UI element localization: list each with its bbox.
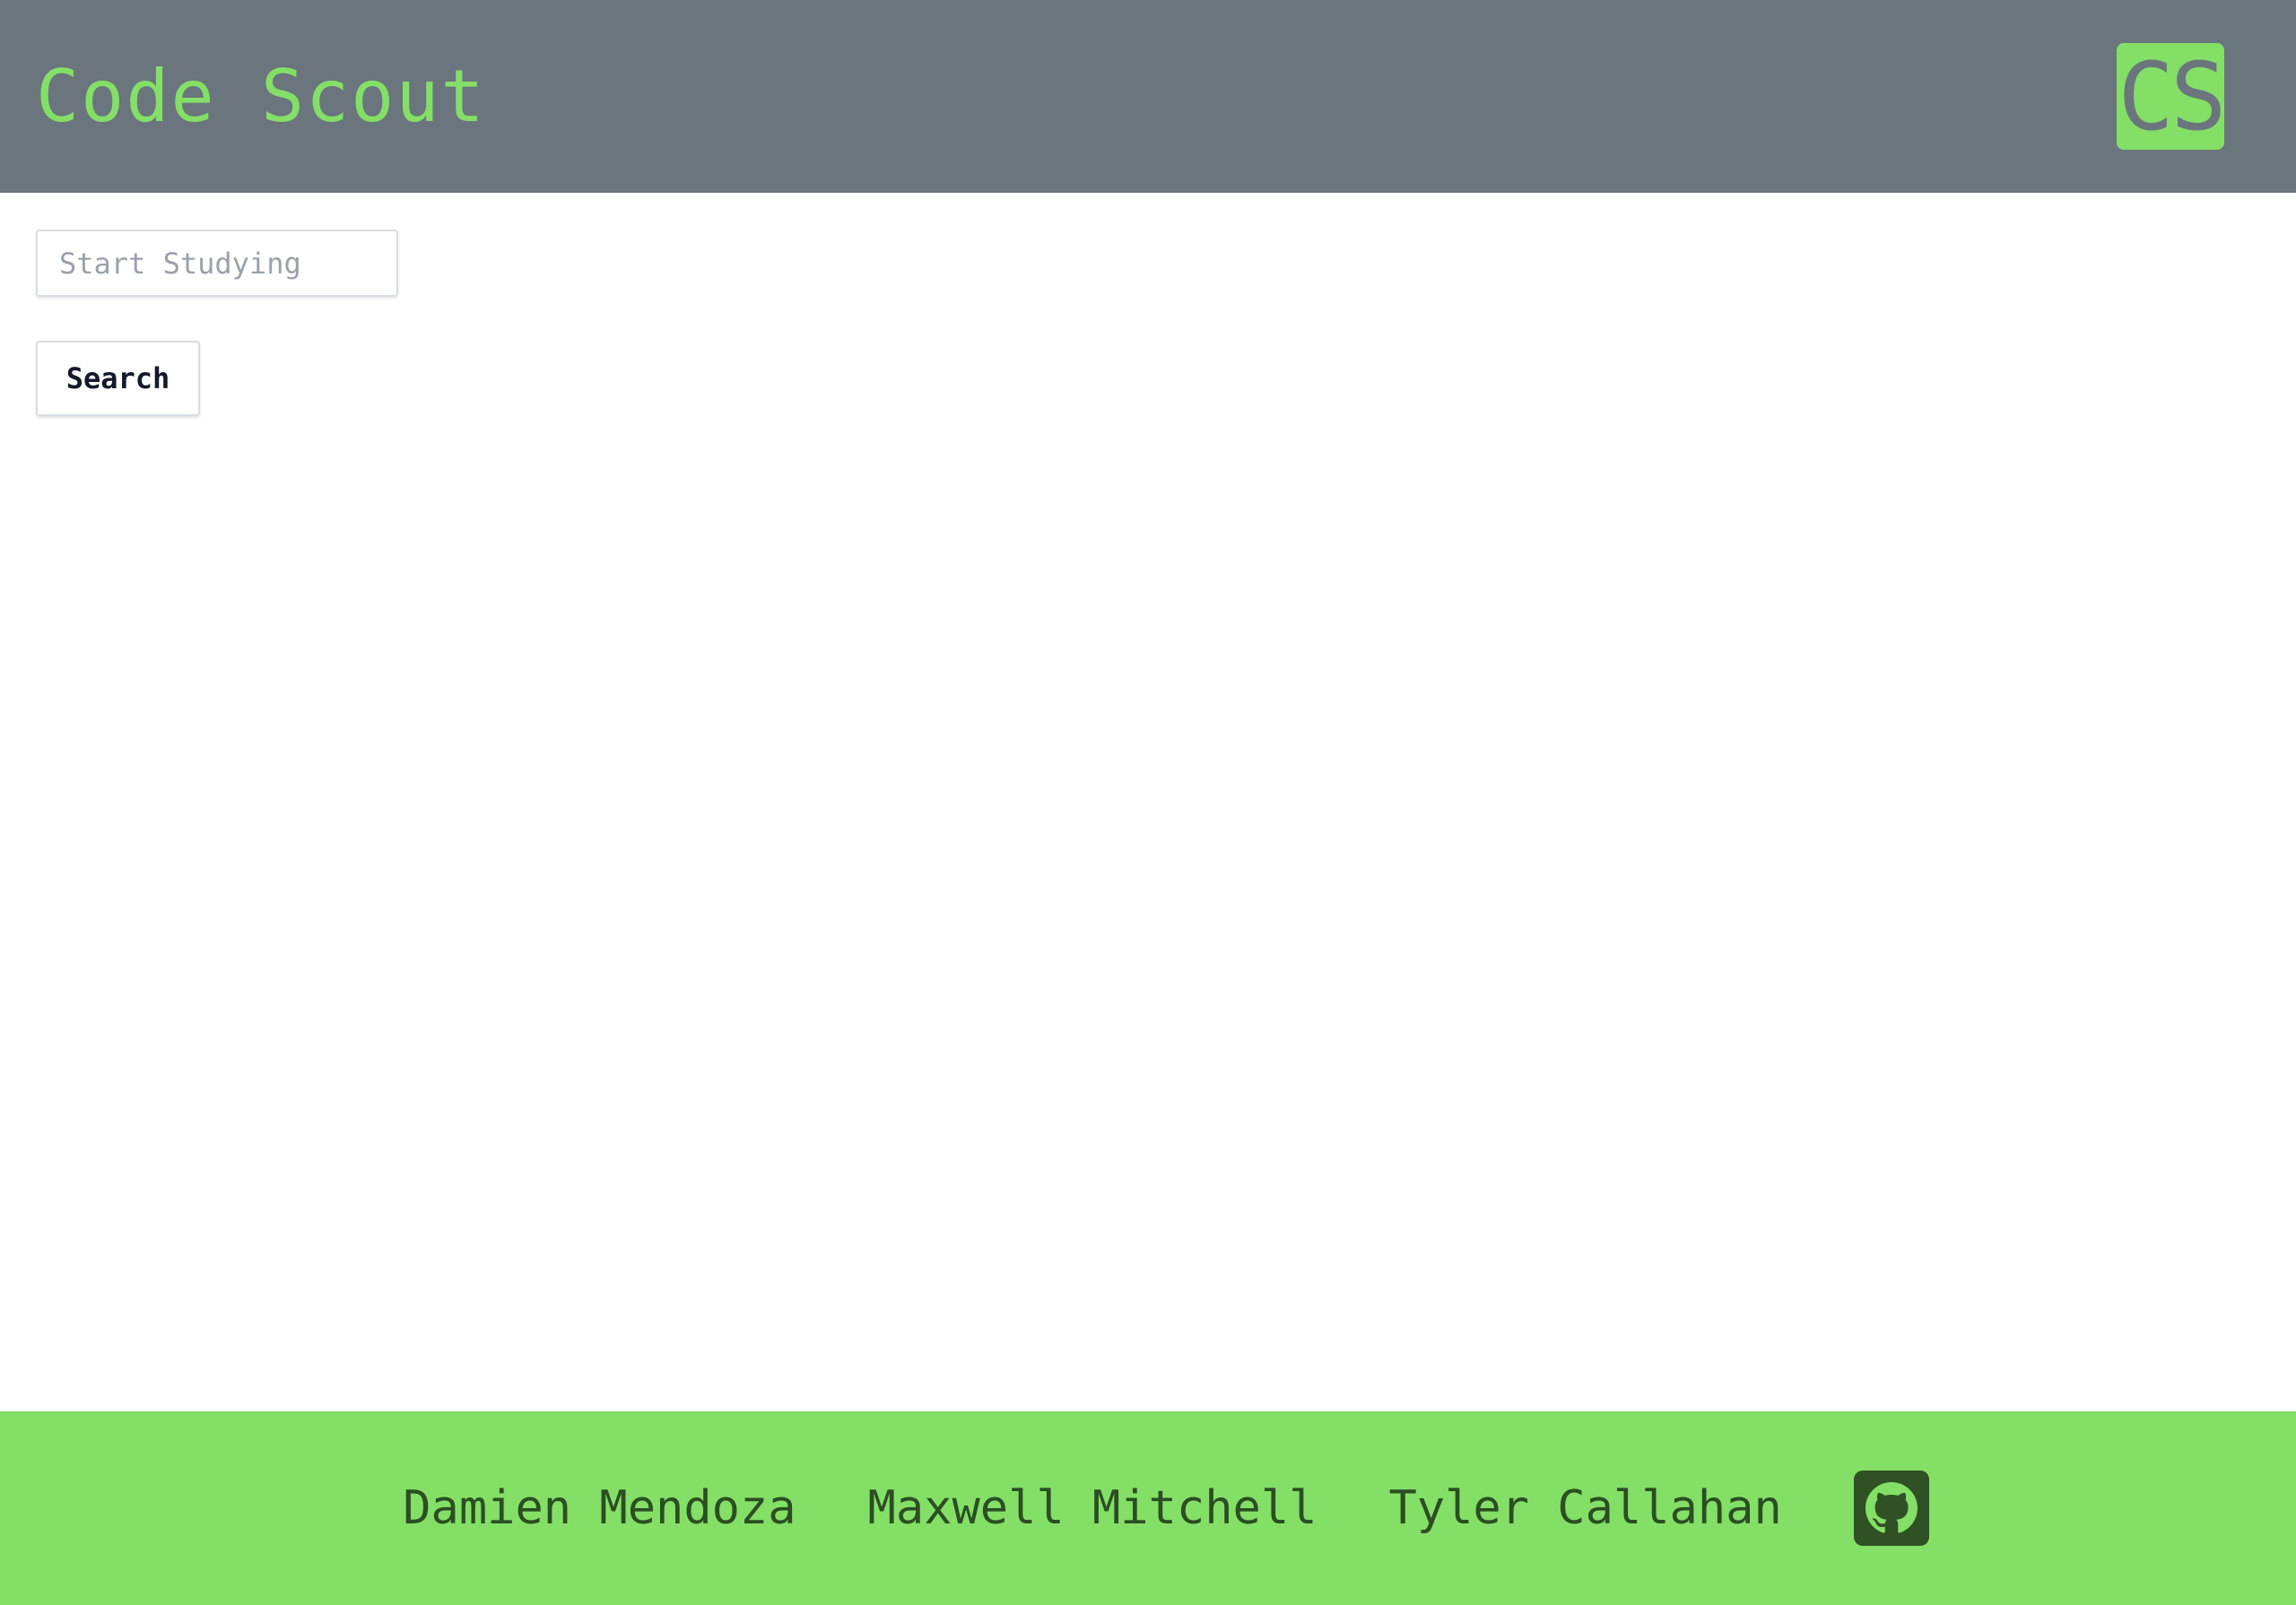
logo-badge[interactable]: CS — [2117, 43, 2224, 150]
author-link-damien[interactable]: Damien Mendoza — [403, 1485, 796, 1531]
author-link-tyler[interactable]: Tyler Callahan — [1388, 1485, 1781, 1531]
site-header: Code Scout CS — [0, 0, 2296, 193]
github-icon — [1865, 1482, 1918, 1533]
footer-credits: Damien Mendoza Maxwell Mitchell Tyler Ca… — [367, 1471, 1929, 1546]
search-input[interactable] — [36, 230, 398, 297]
author-link-maxwell[interactable]: Maxwell Mitchell — [868, 1485, 1318, 1531]
page: Code Scout CS Search Damien Mendoza Maxw… — [0, 0, 2296, 1605]
github-link[interactable] — [1853, 1471, 1929, 1546]
search-button[interactable]: Search — [36, 341, 200, 416]
site-footer: Damien Mendoza Maxwell Mitchell Tyler Ca… — [0, 1411, 2296, 1605]
site-title: Code Scout — [36, 55, 486, 138]
